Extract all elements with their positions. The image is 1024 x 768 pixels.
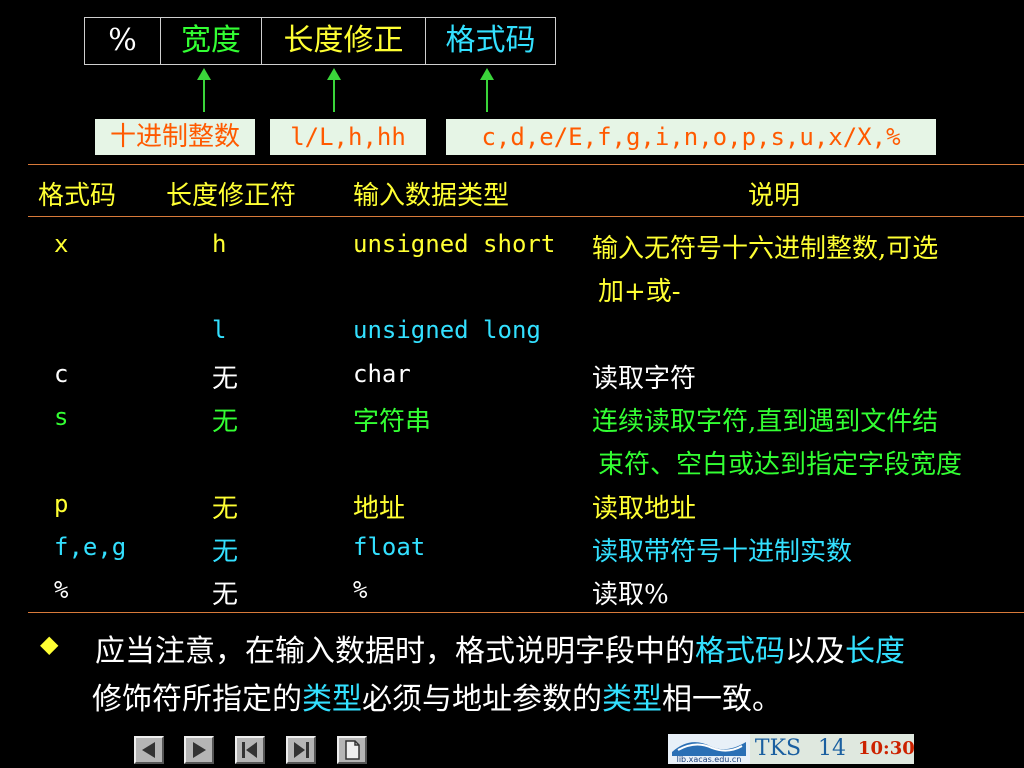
table-cell-type: % [353, 576, 368, 604]
table-cell-code: p [54, 490, 69, 518]
note-text: 以及 [785, 634, 845, 669]
table-cell-modifier: 无 [212, 494, 239, 524]
table-cell-desc: 连续读取字符,直到遇到文件结 [592, 407, 939, 437]
note-text: 修饰符所指定的 [92, 682, 302, 717]
logo-text: lib.xacas.edu.cn [676, 755, 742, 764]
decimal-integer-label: 十进制整数 [95, 119, 255, 155]
document-icon [345, 740, 360, 760]
table-cell-desc: 输入无符号十六进制整数,可选 [592, 234, 939, 264]
arrow-up-icon [327, 68, 341, 112]
table-cell-code: c [54, 360, 69, 388]
first-slide-button[interactable] [235, 736, 265, 764]
prev-slide-icon [142, 742, 155, 758]
percent-cell: % [108, 23, 137, 58]
next-slide-button[interactable] [184, 736, 214, 764]
note-line-2: 修饰符所指定的类型必须与地址参数的类型相一致。 [92, 674, 782, 718]
table-cell-code: x [54, 230, 69, 258]
note-line-1: 应当注意，在输入数据时，格式说明字段中的格式码以及长度 [95, 626, 905, 670]
header-data-type: 输入数据类型 [353, 181, 510, 211]
note-text: 应当注意，在输入数据时，格式说明字段中的 [95, 634, 695, 669]
arrow-up-icon [197, 68, 211, 112]
next-slide-icon [193, 742, 206, 758]
note-text: 相一致。 [662, 682, 782, 717]
note-highlight-format-code: 格式码 [695, 634, 785, 669]
table-top-rule [28, 164, 1024, 165]
table-cell-type: 字符串 [353, 407, 432, 437]
last-slide-icon [294, 742, 309, 758]
table-cell-desc: 读取% [592, 580, 669, 610]
time-label: 10:30 [858, 734, 915, 764]
header-description: 说明 [748, 181, 801, 211]
length-modifier-cell: 长度修正 [261, 18, 425, 64]
table-header-rule [28, 216, 1024, 217]
table-cell-desc: 读取地址 [592, 494, 697, 524]
note-highlight-length: 长度 [845, 634, 905, 669]
table-cell-modifier: h [212, 230, 227, 258]
table-cell-desc: 读取字符 [592, 364, 697, 394]
note-highlight-type: 类型 [302, 682, 362, 717]
table-cell-code: f,e,g [54, 533, 127, 561]
table-bottom-rule [28, 612, 1024, 613]
table-cell-modifier: 无 [212, 580, 239, 610]
document-button[interactable] [337, 736, 367, 764]
bullet-icon: ◆ [40, 630, 59, 658]
wave-logo-icon [672, 742, 746, 756]
table-cell-modifier: 无 [212, 407, 239, 437]
table-cell-desc-cont: 束符、空白或达到指定字段宽度 [598, 450, 963, 480]
last-slide-button[interactable] [286, 736, 316, 764]
library-logo: lib.xacas.edu.cn [668, 734, 750, 764]
table-cell-code: % [54, 576, 69, 604]
table-cell-type: unsigned short [353, 230, 556, 258]
table-cell-type: float [353, 533, 426, 561]
tks-label: TKS [750, 734, 806, 764]
arrow-up-icon [480, 68, 494, 112]
note-highlight-type: 类型 [602, 682, 662, 717]
format-codes-label: c,d,e/E,f,g,i,n,o,p,s,u,x/X,% [446, 119, 936, 155]
table-cell-modifier: l [212, 316, 227, 344]
format-spec-box: % 宽度 长度修正 格式码 [84, 17, 556, 65]
table-cell-type: unsigned long [353, 316, 541, 344]
table-cell-desc: 读取带符号十进制实数 [592, 537, 853, 567]
note-text: 必须与地址参数的 [362, 682, 602, 717]
table-cell-desc-cont: 加+或- [598, 277, 681, 307]
table-cell-type: 地址 [353, 494, 406, 524]
prev-slide-button[interactable] [134, 736, 164, 764]
format-code-cell: 格式码 [425, 18, 555, 64]
first-slide-icon [242, 742, 257, 758]
table-cell-modifier: 无 [212, 364, 239, 394]
header-length-modifier: 长度修正符 [166, 181, 297, 211]
table-cell-modifier: 无 [212, 537, 239, 567]
table-cell-code: s [54, 403, 69, 431]
table-cell-type: char [353, 360, 411, 388]
page-number: 14 [806, 734, 858, 764]
width-cell: 宽度 [160, 18, 261, 64]
length-modifiers-label: l/L,h,hh [270, 119, 426, 155]
header-format-code: 格式码 [38, 181, 117, 211]
